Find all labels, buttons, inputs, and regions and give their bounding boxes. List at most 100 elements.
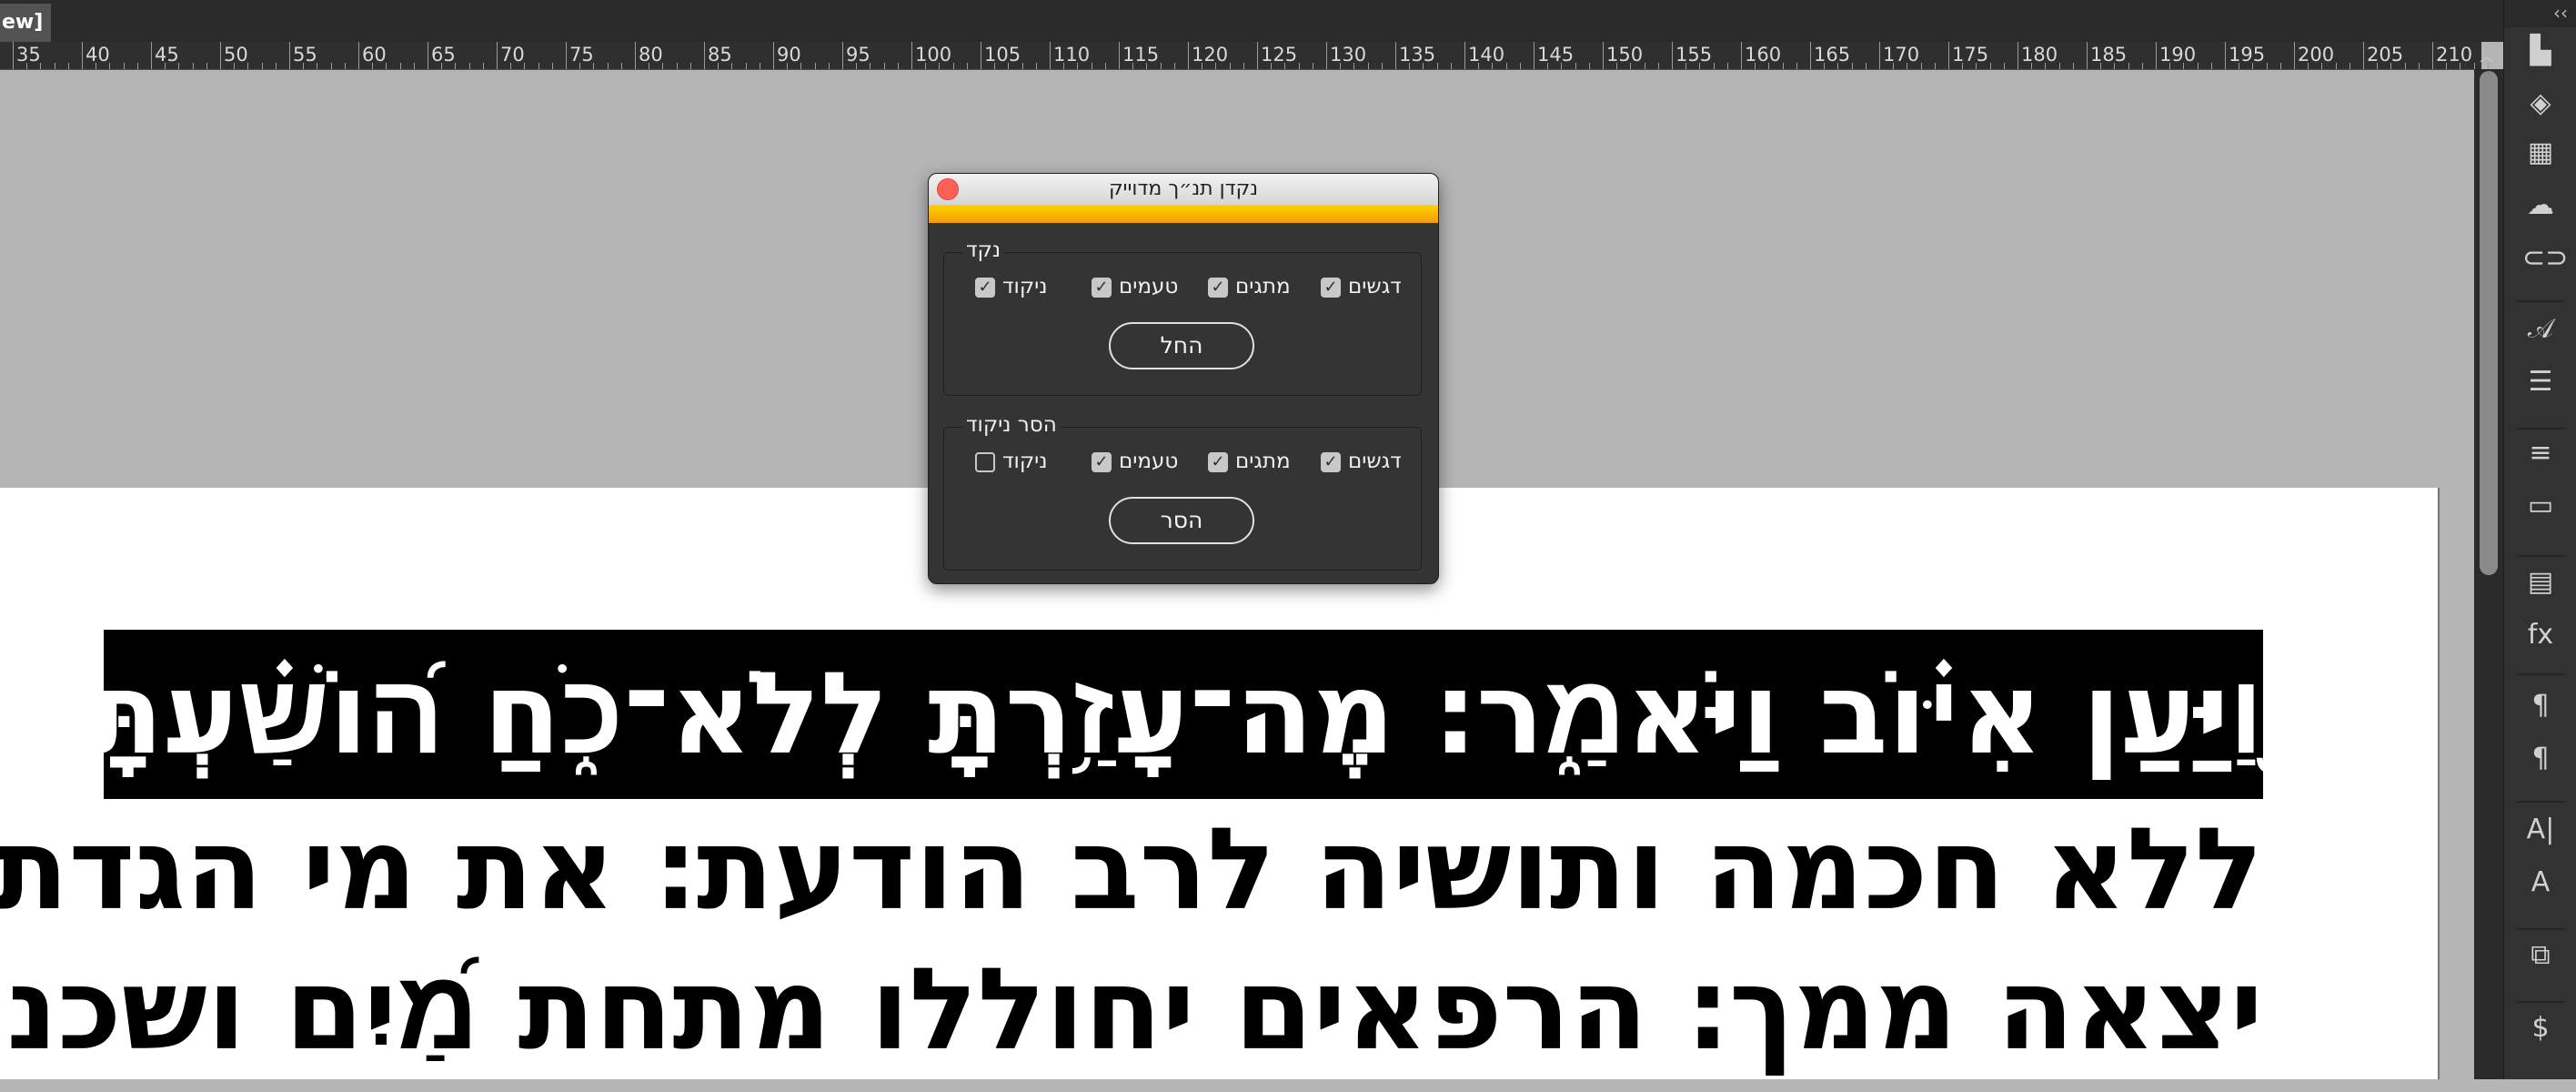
paragraph-styles-icon[interactable]: ¶ (2522, 741, 2559, 777)
ruler-minor-tick (1865, 63, 1867, 69)
layers-icon[interactable]: ◈ (2522, 86, 2559, 122)
ruler-minor-tick (1782, 63, 1784, 69)
text-frame-icon[interactable]: ▤ (2522, 564, 2559, 601)
ruler-minor-tick (67, 63, 69, 69)
gradient-icon[interactable]: ▭ (2522, 488, 2559, 524)
ruler-major-tick (842, 42, 843, 69)
ruler-minor-tick (1173, 63, 1175, 69)
apply-teamim-checkbox[interactable]: ✓ (1092, 278, 1112, 298)
ruler-label: 175 (1952, 44, 1989, 66)
ruler-minor-tick (2114, 63, 2116, 69)
ruler-minor-tick (2418, 63, 2420, 69)
ruler-major-tick (1741, 42, 1742, 69)
ruler-major-tick (358, 42, 359, 69)
nakdan-dialog: נקדן תנ״ך מדוייק נקד ✓ ניקוד ✓ טעמים ✓ מ… (928, 173, 1439, 584)
ruler-label: 50 (224, 44, 248, 66)
ruler-label: 180 (2021, 44, 2058, 66)
ruler-minor-tick (1423, 63, 1424, 69)
ruler-label: 75 (569, 44, 594, 66)
apply-button[interactable]: החל (1109, 322, 1254, 369)
remove-teamim-checkbox[interactable]: ✓ (1092, 452, 1112, 472)
ruler-minor-tick (731, 63, 733, 69)
ruler-label: 90 (777, 44, 801, 66)
ruler-minor-tick (1713, 63, 1715, 69)
character-styles-icon[interactable]: A (2522, 864, 2559, 901)
pages-icon[interactable]: ▙ (2522, 33, 2559, 69)
ruler-minor-tick (524, 63, 526, 69)
ruler-scroll-up-icon[interactable]: ︿ (2480, 44, 2496, 67)
remove-group-legend: הסר ניקוד (962, 413, 1061, 437)
ruler-label: 165 (1814, 44, 1851, 66)
remove-button[interactable]: הסר (1109, 497, 1254, 544)
ruler-label: 60 (362, 44, 387, 66)
ruler-minor-tick (455, 63, 457, 69)
links-grid-icon[interactable]: ▦ (2522, 135, 2559, 171)
remove-metagim-checkbox[interactable]: ✓ (1208, 452, 1228, 472)
body-text[interactable]: יצאה ממך׃ הרפאים יחוללו מתחת מַ֝יִם ושכנ… (0, 928, 2263, 1092)
hyperlinks-icon[interactable]: ⊂⊃ (2522, 240, 2568, 277)
panel-separator (2517, 673, 2564, 675)
paragraph-icon[interactable]: ¶ (2522, 688, 2559, 724)
effects-icon[interactable]: fx (2522, 617, 2559, 653)
text-line-1[interactable]: וַ֭יַּעַן אִיּ֗וֹב וַיֹּאמַ֑ר׃ מֶה־עָזַ֥… (0, 630, 2438, 794)
ruler-minor-tick (2210, 63, 2212, 69)
remove-nikud-label: ניקוד (1002, 450, 1048, 473)
links-icon[interactable]: ⧉ (2522, 937, 2559, 974)
ruler-minor-tick (1409, 63, 1411, 69)
ruler-minor-tick (1851, 63, 1853, 69)
text-line-3[interactable]: יצאה ממך׃ הרפאים יחוללו מתחת מַ֝יִם ושכנ… (0, 928, 2438, 1092)
ruler-major-tick (566, 42, 567, 69)
ruler-minor-tick (2100, 63, 2102, 69)
ruler-major-tick (773, 42, 774, 69)
document-tab[interactable]: ew] (0, 4, 51, 42)
apply-nikud-checkbox[interactable]: ✓ (975, 278, 995, 298)
ruler-minor-tick (1989, 63, 1991, 69)
ruler-minor-tick (897, 63, 899, 69)
apply-metagim-checkbox[interactable]: ✓ (1208, 278, 1228, 298)
collapse-panels-icon[interactable]: ‹‹ (2553, 2, 2568, 24)
glyphs-icon[interactable]: 𝒜 (2522, 311, 2559, 348)
stroke-icon[interactable]: ≡ (2522, 435, 2559, 471)
ruler-minor-tick (551, 63, 553, 69)
ruler-minor-tick (1726, 63, 1728, 69)
ruler-minor-tick (40, 63, 42, 69)
ruler-minor-tick (593, 63, 595, 69)
apply-dageshim-label: דגשים (1348, 275, 1402, 298)
ruler-minor-tick (1616, 63, 1618, 69)
ruler-minor-tick (372, 63, 374, 69)
remove-nikud-checkbox[interactable] (975, 452, 995, 472)
swatches-icon[interactable]: $ (2522, 1010, 2559, 1046)
creative-cloud-icon[interactable]: ☁ (2522, 187, 2559, 224)
ruler-major-tick (497, 42, 498, 69)
ruler-minor-tick (206, 63, 207, 69)
ruler-minor-tick (1021, 63, 1023, 69)
character-icon[interactable]: A| (2522, 812, 2559, 848)
ruler-minor-tick (2390, 63, 2392, 69)
selected-text[interactable]: וַ֭יַּעַן אִיּ֗וֹב וַיֹּאמַ֑ר׃ מֶה־עָזַ֥… (0, 630, 2263, 794)
ruler-minor-tick (538, 63, 539, 69)
ruler-minor-tick (620, 63, 622, 69)
text-wrap-icon[interactable]: ☰ (2522, 364, 2559, 400)
apply-dageshim-checkbox[interactable]: ✓ (1321, 278, 1341, 298)
scrollbar-thumb[interactable] (2480, 71, 2498, 575)
ruler-minor-tick (828, 63, 830, 69)
remove-metagim-label: מתגים (1235, 450, 1291, 473)
ruler-minor-tick (883, 63, 885, 69)
ruler-minor-tick (1340, 63, 1342, 69)
text-line-2[interactable]: ללא חכמה ותושיה לרב הודעת׃ את מי הגדת מל… (0, 788, 2438, 952)
body-text[interactable]: ללא חכמה ותושיה לרב הודעת׃ את מי הגדת מל… (0, 788, 2263, 952)
ruler-minor-tick (939, 63, 941, 69)
dialog-title: נקדן תנ״ך מדוייק (929, 174, 1438, 205)
close-icon[interactable] (937, 178, 959, 200)
remove-dageshim-checkbox[interactable]: ✓ (1321, 452, 1341, 472)
ruler-minor-tick (1367, 63, 1369, 69)
ruler-label: 120 (1192, 44, 1229, 66)
ruler-minor-tick (1146, 63, 1148, 69)
horizontal-ruler[interactable]: 35 40 45 50 55 60 65 70 75 80 85 90 95 100 105 110 115 12… (0, 42, 2489, 70)
ruler-minor-tick (330, 63, 332, 69)
ruler-minor-tick (2377, 63, 2379, 69)
vertical-scrollbar[interactable] (2474, 69, 2503, 1079)
ruler-minor-tick (344, 63, 346, 69)
ruler-minor-tick (1755, 63, 1756, 69)
ruler-label: 85 (708, 44, 732, 66)
